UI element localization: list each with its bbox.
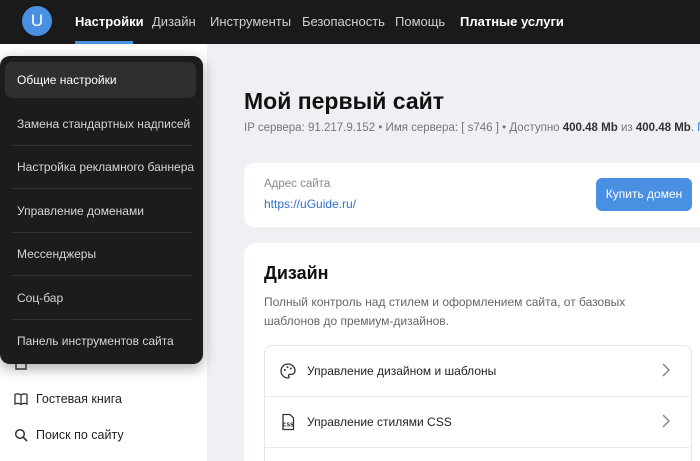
nav-settings[interactable]: Настройки: [75, 14, 144, 30]
server-name-text: • Имя сервера: [ s746 ] • Доступно: [378, 122, 560, 134]
site-address-card: Адрес сайта https://uGuide.ru/ Купить до…: [244, 163, 700, 227]
nav-design[interactable]: Дизайн: [152, 14, 196, 30]
nav-security[interactable]: Безопасность: [302, 14, 385, 30]
buy-domain-button[interactable]: Купить домен: [596, 178, 692, 211]
sidebar-item-site-search[interactable]: Поиск по сайту: [14, 428, 124, 442]
sidebar-item-label: Поиск по сайту: [36, 428, 124, 442]
total-space: 400.48 Mb: [635, 122, 691, 134]
site-address-link[interactable]: https://uGuide.ru/: [264, 197, 356, 211]
chevron-right-icon: [661, 363, 671, 380]
sidebar-item-label: Гостевая книга: [36, 392, 122, 406]
design-section-title: Дизайн: [264, 263, 329, 283]
menu-item-messengers[interactable]: Мессенджеры: [5, 236, 196, 272]
list-item-label: Управление дизайном и шаблоны: [307, 364, 497, 378]
nav-paid-services[interactable]: Платные услуги: [460, 14, 564, 30]
menu-item-site-toolbar[interactable]: Панель инструментов сайта: [5, 323, 196, 359]
menu-divider: [12, 188, 192, 189]
list-item-label: Управление стилями CSS: [307, 415, 452, 429]
ucoz-logo[interactable]: U: [22, 6, 52, 36]
ip-label: IP сервера:: [244, 122, 305, 134]
page-title: Мой первый сайт: [244, 88, 445, 114]
css-file-icon: CSS: [279, 413, 297, 431]
search-icon: [14, 428, 28, 442]
list-item-design-templates[interactable]: Управление дизайном и шаблоны: [265, 346, 691, 396]
palette-icon: [279, 362, 297, 380]
design-options-list: Управление дизайном и шаблоны CSS Управл…: [264, 345, 692, 461]
list-item-css-styles[interactable]: CSS Управление стилями CSS: [265, 397, 691, 447]
top-navigation-bar: U Настройки Дизайн Инструменты Безопасно…: [0, 0, 700, 44]
menu-item-social-bar[interactable]: Соц-бар: [5, 280, 196, 316]
design-card: Дизайн Полный контроль над стилем и офор…: [244, 243, 700, 461]
settings-dropdown-menu: Общие настройки Замена стандартных надпи…: [0, 56, 203, 364]
nav-tools[interactable]: Инструменты: [210, 14, 291, 30]
list-divider: [265, 447, 691, 448]
design-description: Полный контроль над стилем и оформлением…: [264, 295, 626, 328]
server-info: IP сервера: 91.217.9.152 • Имя сервера: …: [244, 122, 700, 134]
menu-item-replace-labels[interactable]: Замена стандартных надписей: [5, 106, 196, 142]
svg-text:CSS: CSS: [283, 423, 294, 429]
menu-item-general-settings[interactable]: Общие настройки: [5, 62, 196, 98]
menu-divider: [12, 275, 192, 276]
chevron-right-icon: [661, 414, 671, 431]
menu-item-domains[interactable]: Управление доменами: [5, 193, 196, 229]
menu-item-ad-banner[interactable]: Настройка рекламного баннера: [5, 149, 196, 185]
book-icon: [14, 392, 28, 406]
more-link[interactable]: . Под: [691, 122, 700, 134]
ip-value: 91.217.9.152: [307, 122, 376, 134]
nav-help[interactable]: Помощь: [395, 14, 445, 30]
site-address-label: Адрес сайта: [264, 178, 331, 190]
sidebar-item-guestbook[interactable]: Гостевая книга: [14, 392, 122, 406]
of-text: из: [620, 122, 633, 134]
menu-divider: [12, 145, 192, 146]
menu-divider: [12, 232, 192, 233]
available-space: 400.48 Mb: [562, 122, 618, 134]
menu-divider: [12, 319, 192, 320]
